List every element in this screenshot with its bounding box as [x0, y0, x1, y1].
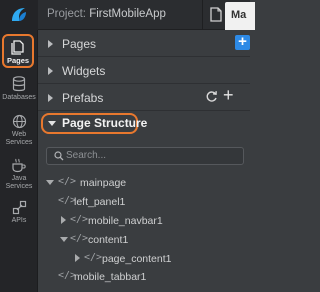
code-tag-icon: </>	[70, 214, 89, 225]
collapse-arrow-icon[interactable]	[60, 237, 68, 242]
rail-pages-label: Pages	[6, 56, 30, 65]
expand-arrow-icon[interactable]	[75, 254, 80, 262]
code-tag-icon: </>	[58, 176, 77, 187]
globe-icon	[12, 114, 26, 129]
rail-apis[interactable]: APIs	[0, 200, 38, 225]
code-tag-icon: </>	[70, 233, 89, 244]
divider	[38, 110, 250, 111]
project-name: Project: FirstMobileApp	[47, 8, 166, 20]
page-tab[interactable]: Ma	[225, 2, 255, 30]
rail-java-services-label-1: Java	[11, 175, 27, 182]
tree-node-label: content1	[88, 234, 129, 246]
tree-node-content[interactable]: </> content1	[38, 230, 250, 250]
app-logo[interactable]	[0, 0, 38, 30]
document-icon[interactable]	[210, 7, 222, 22]
tree-node-mobile-navbar[interactable]: </> mobile_navbar1	[38, 211, 250, 231]
rail-apis-label: APIs	[11, 217, 27, 224]
coffee-cup-icon	[12, 158, 26, 173]
top-bar: Project: FirstMobileApp Ma	[0, 0, 255, 30]
project-title: FirstMobileApp	[89, 8, 166, 20]
tree-node-label: mainpage	[80, 177, 127, 189]
tree-node-left-panel[interactable]: </> left_panel1	[38, 192, 250, 212]
left-rail: Pages Databases Web Services Java Servic…	[0, 30, 38, 292]
section-prefabs[interactable]: Prefabs +	[38, 86, 250, 110]
database-icon	[12, 76, 26, 92]
divider	[202, 0, 203, 30]
add-prefab-button[interactable]: +	[223, 86, 234, 104]
section-widgets-label: Widgets	[62, 64, 106, 78]
rail-java-services-label-2: Services	[5, 183, 33, 190]
rail-web-services-label-1: Web	[11, 131, 27, 138]
add-page-button[interactable]: +	[235, 34, 250, 50]
code-tag-icon: </>	[84, 252, 103, 263]
divider	[38, 83, 250, 84]
expand-arrow-icon[interactable]	[48, 40, 53, 48]
rail-databases-label: Databases	[2, 94, 36, 101]
tree-node-mobile-tabbar[interactable]: </> mobile_tabbar1	[38, 267, 250, 287]
search-input[interactable]: Search...	[46, 147, 244, 165]
rail-java-services[interactable]: Java Services	[0, 158, 38, 191]
tree-node-mainpage[interactable]: </> mainpage	[38, 173, 250, 193]
refresh-icon[interactable]	[205, 90, 218, 103]
search-placeholder: Search...	[66, 150, 107, 161]
project-prefix: Project:	[47, 8, 86, 20]
tree-node-page-content[interactable]: </> page_content1	[38, 249, 250, 269]
tree-node-label: mobile_tabbar1	[74, 271, 147, 283]
section-page-structure-label: Page Structure	[62, 116, 148, 130]
collapse-arrow-icon[interactable]	[48, 121, 56, 126]
search-icon	[54, 151, 64, 161]
collapse-arrow-icon[interactable]	[46, 180, 54, 185]
section-pages[interactable]: Pages +	[38, 32, 250, 56]
expand-arrow-icon[interactable]	[48, 67, 53, 75]
section-widgets[interactable]: Widgets	[38, 59, 250, 83]
tree-node-label: mobile_navbar1	[88, 215, 163, 227]
section-prefabs-label: Prefabs	[62, 91, 104, 105]
expand-arrow-icon[interactable]	[61, 216, 66, 224]
rail-web-services[interactable]: Web Services	[0, 114, 38, 147]
section-pages-label: Pages	[62, 37, 97, 51]
rail-pages[interactable]: Pages	[2, 34, 34, 68]
tree-node-label: left_panel1	[74, 196, 126, 208]
expand-arrow-icon[interactable]	[48, 94, 53, 102]
section-page-structure[interactable]: Page Structure	[38, 115, 250, 133]
api-link-icon	[12, 200, 26, 215]
divider	[38, 56, 250, 57]
tree-node-label: page_content1	[102, 253, 172, 265]
rail-databases[interactable]: Databases	[0, 76, 38, 102]
rail-web-services-label-2: Services	[5, 139, 33, 146]
wavemaker-logo-icon	[12, 8, 26, 21]
pages-icon	[11, 40, 24, 55]
side-panel: Pages + Widgets Prefabs + Page Structure…	[38, 30, 250, 292]
